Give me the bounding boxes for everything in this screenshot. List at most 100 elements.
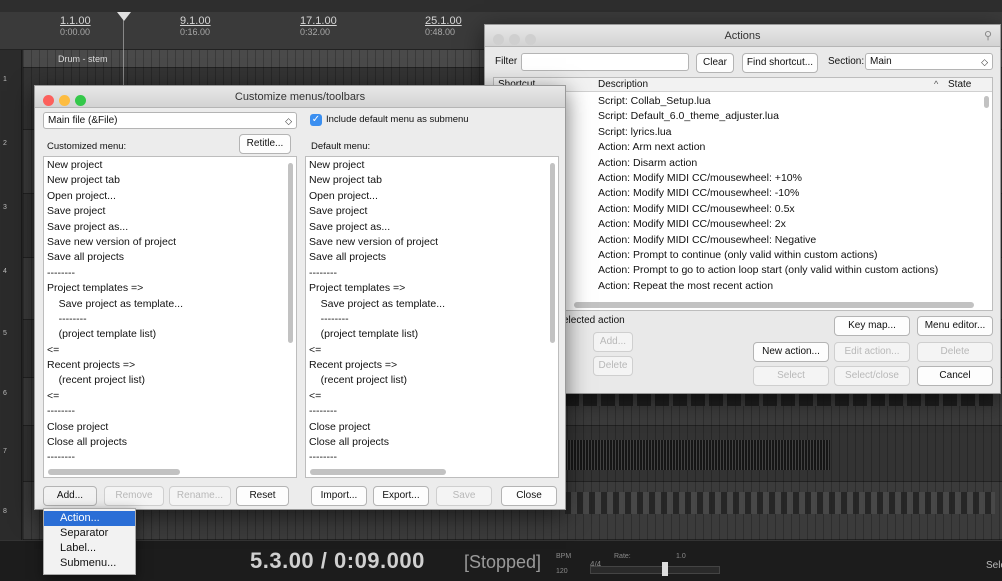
cancel-button[interactable]: Cancel xyxy=(917,366,993,386)
remove-button[interactable]: Remove xyxy=(104,486,164,506)
close-icon[interactable] xyxy=(43,95,54,106)
select-close-button[interactable]: Select/close xyxy=(834,366,910,386)
menu-list-item[interactable]: -------- xyxy=(309,450,541,465)
menu-list-item[interactable]: Open project... xyxy=(47,189,279,204)
save-button[interactable]: Save xyxy=(436,486,492,506)
action-row[interactable]: Script: Collab_Setup.lua xyxy=(598,94,978,109)
sort-ascending-icon[interactable]: ^ xyxy=(934,79,938,89)
menu-list-item[interactable]: (recent project list) xyxy=(309,373,541,388)
menu-list-item[interactable]: (project template list) xyxy=(309,327,541,342)
menu-list-item[interactable]: -------- xyxy=(47,450,279,465)
menu-item-submenu[interactable]: Submenu... xyxy=(44,556,135,571)
menu-list-item[interactable]: -------- xyxy=(309,312,541,327)
reset-button[interactable]: Reset xyxy=(236,486,289,506)
menu-list-item[interactable]: Close all projects xyxy=(309,435,541,450)
column-state[interactable]: State xyxy=(948,79,971,90)
clear-button[interactable]: Clear xyxy=(696,53,734,73)
retitle-button[interactable]: Retitle... xyxy=(239,134,291,154)
rate-slider[interactable] xyxy=(590,566,720,574)
pin-icon[interactable]: ⚲ xyxy=(984,25,992,47)
menu-list-item[interactable]: Save project as... xyxy=(47,220,279,235)
menu-select[interactable]: Main file (&File) ◇ xyxy=(43,112,297,129)
menu-list-item[interactable]: <= xyxy=(47,389,279,404)
track-control-panel[interactable]: 1 2 3 4 5 6 7 8 xyxy=(0,50,22,540)
audio-item[interactable] xyxy=(565,392,995,406)
menu-list-item[interactable]: (project template list) xyxy=(47,327,279,342)
add-shortcut-button[interactable]: Add... xyxy=(593,332,633,352)
column-description[interactable]: Description xyxy=(598,79,648,90)
default-vscroll[interactable] xyxy=(550,163,555,343)
menu-list-item[interactable]: Save all projects xyxy=(309,250,541,265)
action-row[interactable]: Action: Modify MIDI CC/mousewheel: 2x xyxy=(598,217,978,232)
menu-editor-button[interactable]: Menu editor... xyxy=(917,316,993,336)
action-row[interactable]: Script: Default_6.0_theme_adjuster.lua xyxy=(598,109,978,124)
rename-button[interactable]: Rename... xyxy=(169,486,231,506)
menu-list-item[interactable]: Open project... xyxy=(309,189,541,204)
default-hscroll[interactable] xyxy=(310,469,446,475)
filter-input[interactable] xyxy=(521,53,689,71)
menu-list-item[interactable]: Save new version of project xyxy=(309,235,541,250)
menu-item-label[interactable]: Label... xyxy=(44,541,135,556)
menu-list-item[interactable]: Save project xyxy=(47,204,279,219)
select-button[interactable]: Select xyxy=(753,366,829,386)
action-row[interactable]: Action: Disarm action xyxy=(598,156,978,171)
menu-list-item[interactable]: -------- xyxy=(309,404,541,419)
close-icon[interactable] xyxy=(493,34,504,45)
menu-list-item[interactable]: Project templates => xyxy=(309,281,541,296)
menu-list-item[interactable]: Save project as template... xyxy=(309,297,541,312)
menu-list-item[interactable]: New project xyxy=(309,158,541,173)
menu-list-item[interactable]: Close all projects xyxy=(47,435,279,450)
menu-list-item[interactable]: Save project as template... xyxy=(47,297,279,312)
menu-list-item[interactable]: Close project xyxy=(309,420,541,435)
rate-slider-knob[interactable] xyxy=(662,562,669,576)
customized-menu-list[interactable]: New project New project tab Open project..… xyxy=(43,156,297,478)
menu-list-item[interactable]: -------- xyxy=(47,312,279,327)
menu-list-item[interactable]: Recent projects => xyxy=(309,358,541,373)
menu-list-item[interactable]: <= xyxy=(309,343,541,358)
actions-vscroll[interactable] xyxy=(984,96,989,108)
menu-list-item[interactable]: New project tab xyxy=(47,173,279,188)
menu-list-item[interactable]: -------- xyxy=(47,266,279,281)
menu-list-item[interactable]: Recent projects => xyxy=(47,358,279,373)
menu-list-item[interactable]: New project xyxy=(47,158,279,173)
action-row[interactable]: Action: Modify MIDI CC/mousewheel: -10% xyxy=(598,186,978,201)
action-row[interactable]: Action: Modify MIDI CC/mousewheel: 0.5x xyxy=(598,202,978,217)
edit-action-button[interactable]: Edit action... xyxy=(834,342,910,362)
action-row[interactable]: Action: Repeat the most recent action xyxy=(598,279,978,294)
customized-hscroll[interactable] xyxy=(48,469,180,475)
action-row[interactable]: Action: Modify MIDI CC/mousewheel: +10% xyxy=(598,171,978,186)
menu-list-item[interactable]: Save project xyxy=(309,204,541,219)
menu-list-item[interactable]: <= xyxy=(309,389,541,404)
minimize-icon[interactable] xyxy=(59,95,70,106)
zoom-icon[interactable] xyxy=(525,34,536,45)
minimize-icon[interactable] xyxy=(509,34,520,45)
action-row[interactable]: Action: Arm next action xyxy=(598,140,978,155)
menu-list-item[interactable]: -------- xyxy=(309,266,541,281)
menu-list-item[interactable]: Save project as... xyxy=(309,220,541,235)
action-row[interactable]: Action: Prompt to continue (only valid w… xyxy=(598,248,978,263)
menu-list-item[interactable]: New project tab xyxy=(309,173,541,188)
zoom-icon[interactable] xyxy=(75,95,86,106)
transport-position[interactable]: 5.3.00 / 0:09.000 xyxy=(250,548,425,574)
playhead-marker[interactable] xyxy=(117,12,131,21)
action-row[interactable]: Action: Modify MIDI CC/mousewheel: Negat… xyxy=(598,233,978,248)
import-button[interactable]: Import... xyxy=(311,486,367,506)
menu-list-item[interactable]: Save new version of project xyxy=(47,235,279,250)
menu-list-item[interactable]: <= xyxy=(47,343,279,358)
customize-titlebar[interactable]: Customize menus/toolbars xyxy=(35,86,565,108)
menu-list-item[interactable]: Save all projects xyxy=(47,250,279,265)
default-menu-list[interactable]: New project New project tab Open project..… xyxy=(305,156,559,478)
find-shortcut-button[interactable]: Find shortcut... xyxy=(742,53,818,73)
section-select[interactable]: Main ◇ xyxy=(865,53,993,70)
new-action-button[interactable]: New action... xyxy=(753,342,829,362)
add-button[interactable]: Add... xyxy=(43,486,97,506)
delete-action-button[interactable]: Delete xyxy=(917,342,993,362)
menu-list-item[interactable]: (recent project list) xyxy=(47,373,279,388)
menu-list-item[interactable]: Close project xyxy=(47,420,279,435)
menu-list-item[interactable]: Project templates => xyxy=(47,281,279,296)
close-button[interactable]: Close xyxy=(501,486,557,506)
delete-shortcut-button[interactable]: Delete xyxy=(593,356,633,376)
menu-item-action[interactable]: Action... xyxy=(44,511,135,526)
include-default-checkbox[interactable]: ✓ xyxy=(310,114,322,126)
actions-list[interactable]: Shortcut Description ^ State Script: Col… xyxy=(493,77,993,311)
